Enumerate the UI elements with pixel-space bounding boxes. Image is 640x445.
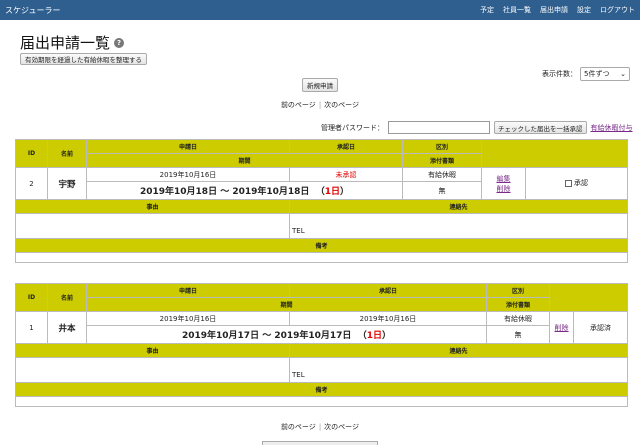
record-id: 1 [15, 311, 48, 344]
approve-date-header: 承認日 [289, 283, 487, 298]
top-navbar: スケジューラー 予定 社員一覧 届出申請 設定 ログアウト [0, 0, 640, 20]
attachment-header: 添付書類 [485, 297, 551, 312]
record-name: 宇野 [47, 167, 87, 200]
approve-date-header: 承認日 [289, 139, 403, 154]
perpage-label: 表示件数： [542, 70, 577, 78]
perpage-control: 表示件数： 5件ずつ ⌄ [542, 67, 630, 81]
pager-bottom: 前のページ | 次のページ [280, 423, 360, 431]
record-period-text: 2019年10月17日 ～ 2019年10月17日 [181, 331, 352, 341]
record-contact: TEL [288, 213, 629, 239]
prev-page-link[interactable]: 前のページ [281, 423, 316, 431]
name-header: 名前 [47, 283, 87, 312]
id-header: ID [15, 139, 48, 168]
notes-header: 備考 [14, 238, 629, 253]
apply-date-header: 申請日 [86, 139, 290, 154]
nav-settings[interactable]: 設定 [577, 5, 591, 15]
nav-schedule[interactable]: 予定 [480, 5, 494, 15]
record-contact: TEL [288, 357, 629, 383]
admin-password-input[interactable] [388, 121, 490, 134]
page-title-text: 届出申請一覧 [20, 34, 111, 52]
record-approve-date: 2019年10月16日 [289, 311, 487, 326]
approve-checkbox-label: 承認 [574, 179, 589, 188]
record-apply-date: 2019年10月16日 [86, 167, 290, 182]
prev-page-link[interactable]: 前のページ [281, 101, 316, 109]
perpage-select[interactable]: 5件ずつ ⌄ [580, 67, 630, 81]
record-notes [14, 396, 629, 407]
attachment-header: 添付書類 [401, 153, 483, 168]
apply-date-header: 申請日 [86, 283, 290, 298]
name-header: 名前 [47, 139, 87, 168]
bottom-button-partial[interactable] [262, 441, 378, 445]
nav-logout[interactable]: ログアウト [600, 5, 635, 15]
contact-header: 連絡先 [288, 343, 629, 358]
record-reason [15, 213, 290, 239]
record-attachment: 無 [485, 325, 551, 344]
page-title: 届出申請一覧 ? [20, 32, 125, 53]
grant-leave-link[interactable]: 有給休暇付与 [591, 123, 633, 133]
new-request-button[interactable]: 新規申請 [302, 78, 338, 92]
record-apply-date: 2019年10月16日 [86, 311, 290, 326]
pager-top: 前のページ | 次のページ [280, 101, 360, 109]
record-period: 2019年10月17日 ～ 2019年10月17日 （1日） [86, 325, 487, 344]
main-nav: 予定 社員一覧 届出申請 設定 ログアウト [480, 5, 635, 15]
record-attachment: 無 [401, 181, 483, 200]
app-title[interactable]: スケジューラー [5, 5, 60, 16]
record-name: 井本 [47, 311, 87, 344]
perpage-value: 5件ずつ [584, 70, 610, 78]
type-header: 区別 [485, 283, 551, 298]
record-type: 有給休暇 [485, 311, 551, 326]
record-days: 1日 [366, 331, 382, 341]
request-record: ID 名前 申請日 承認日 区別 期間 添付書類 2 宇野 2019年10月16… [14, 139, 629, 263]
delete-link[interactable]: 削除 [555, 324, 569, 332]
bulk-approve-bar: 管理者パスワード： チェックした届出を一括承認 有給休暇付与 [321, 121, 633, 134]
contact-header: 連絡先 [288, 199, 629, 214]
record-period: 2019年10月18日 ～ 2019年10月18日 （1日） [86, 181, 403, 200]
next-page-link[interactable]: 次のページ [324, 101, 359, 109]
reason-header: 事由 [15, 343, 290, 358]
record-approve-status: 未承認 [289, 167, 403, 182]
next-page-link[interactable]: 次のページ [324, 423, 359, 431]
nav-employees[interactable]: 社員一覧 [503, 5, 531, 15]
record-days: 1日 [324, 187, 340, 197]
record-actions: 削除 [549, 311, 575, 344]
record-period-text: 2019年10月18日 ～ 2019年10月18日 [139, 187, 310, 197]
record-actions: 編集 削除 [481, 167, 527, 200]
admin-password-label: 管理者パスワード： [321, 123, 384, 132]
record-approve-cell: 承認 [525, 167, 629, 200]
period-header: 期間 [86, 297, 487, 312]
request-record: ID 名前 申請日 承認日 区別 期間 添付書類 1 井本 2019年10月16… [14, 283, 629, 407]
record-type: 有給休暇 [401, 167, 483, 182]
delete-link[interactable]: 削除 [484, 184, 523, 194]
notes-header: 備考 [14, 382, 629, 397]
edit-link[interactable]: 編集 [484, 174, 523, 184]
reason-header: 事由 [15, 199, 290, 214]
help-icon[interactable]: ? [114, 37, 125, 48]
record-reason [15, 357, 290, 383]
bulk-approve-button[interactable]: チェックした届出を一括承認 [494, 121, 587, 134]
cleanup-expired-leave-button[interactable]: 有効期限を経過した有給休暇を整理する [20, 53, 147, 65]
id-header: ID [15, 283, 48, 312]
nav-requests[interactable]: 届出申請 [540, 5, 568, 15]
type-header: 区別 [401, 139, 483, 154]
record-status: 承認済 [573, 311, 629, 344]
period-header: 期間 [86, 153, 403, 168]
record-notes [14, 252, 629, 263]
chevron-down-icon: ⌄ [620, 70, 626, 78]
approve-checkbox[interactable]: 承認 [565, 178, 588, 188]
record-id: 2 [15, 167, 48, 200]
